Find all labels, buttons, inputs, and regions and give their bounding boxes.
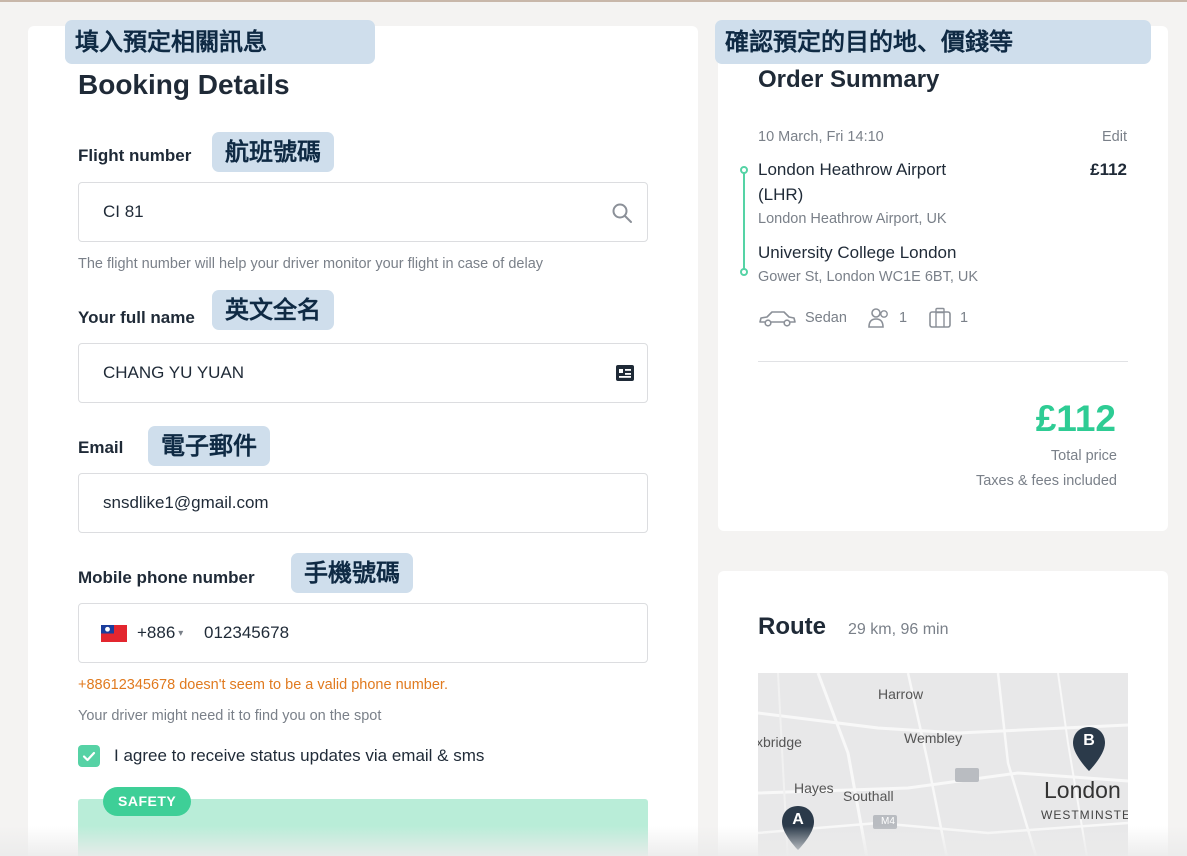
order-summary-title: Order Summary [758,66,940,93]
map-label-harrow: Harrow [878,686,924,702]
search-icon[interactable] [611,202,633,224]
dropoff-dot [740,268,748,276]
full-name-input[interactable]: CHANG YU YUAN [78,343,648,403]
pickup-address: London Heathrow Airport, UK [758,211,947,227]
map-label-wembley: Wembley [904,730,963,746]
phone-error-message: +88612345678 doesn't seem to be a valid … [78,677,448,693]
phone-help: Your driver might need it to find you on… [78,708,382,724]
flight-number-label: Flight number [78,146,192,165]
map-label-london: London [1044,777,1121,803]
car-icon [759,311,796,327]
flight-number-input[interactable]: CI 81 [78,182,648,242]
checkmark-icon [82,751,96,762]
full-name-value: CHANG YU YUAN [103,363,245,382]
marker-b[interactable]: B [1071,725,1107,773]
phone-value: 012345678 [204,623,290,642]
safety-badge: SAFETY [103,787,192,816]
route-meta: 29 km, 96 min [848,621,949,638]
email-label: Email [78,438,124,457]
annotation-email: 電子郵件 [148,426,270,466]
luggage-count: 1 [960,310,969,326]
passengers-icon [868,308,888,328]
pickup-name-line2: (LHR) [758,185,804,204]
chevron-down-icon: ▾ [178,628,184,639]
dropoff-name: University College London [758,243,957,262]
passenger-count: 1 [899,310,908,326]
pickup-datetime: 10 March, Fri 14:10 [758,129,884,145]
marker-b-label: B [1083,732,1095,749]
flight-number-value: CI 81 [103,202,144,221]
total-price-label: Total price [1050,448,1117,464]
email-value: snsdlike1@gmail.com [103,493,269,512]
pickup-dot [740,166,748,174]
country-code-select[interactable]: +886 ▾ [137,604,183,663]
map-label-hayes: Hayes [794,780,834,796]
country-code-value: +886 [137,623,176,642]
vehicle-type: Sedan [805,310,847,326]
flight-number-help: The flight number will help your driver … [78,256,544,272]
map-label-uxbridge: xbridge [758,734,802,750]
luggage-icon [929,307,951,328]
phone-input[interactable]: +886 ▾ 012345678 [78,603,648,663]
agree-label[interactable]: I agree to receive status updates via em… [114,746,484,766]
pickup-name-line1: London Heathrow Airport [758,160,947,179]
summary-divider [758,361,1128,362]
taxes-note: Taxes & fees included [975,473,1117,489]
dropoff-address: Gower St, London WC1E 6BT, UK [758,269,979,285]
email-input[interactable]: snsdlike1@gmail.com [78,473,648,533]
phone-label: Mobile phone number [78,568,255,587]
booking-details-title: Booking Details [78,69,290,100]
bottom-fade [0,826,1187,856]
total-price: £112 [1035,398,1116,439]
annotation-full-name: 英文全名 [212,290,334,330]
taiwan-flag-icon [101,625,127,642]
agree-checkbox[interactable] [78,745,100,767]
edit-link[interactable]: Edit [1102,129,1127,145]
top-border [0,0,1187,2]
annotation-booking-info: 填入預定相關訊息 [65,20,375,64]
pickup-price: £112 [1090,160,1127,179]
id-card-icon [616,365,634,381]
full-name-label: Your full name [78,308,195,327]
annotation-phone: 手機號碼 [291,553,413,593]
map-label-southall: Southall [843,788,894,804]
annotation-flight-number: 航班號碼 [212,132,334,172]
route-title: Route [758,613,826,640]
map-label-westminster: WESTMINSTE [1041,808,1128,822]
annotation-confirm-summary: 確認預定的目的地、價錢等 [715,20,1151,64]
route-connector [743,170,745,273]
